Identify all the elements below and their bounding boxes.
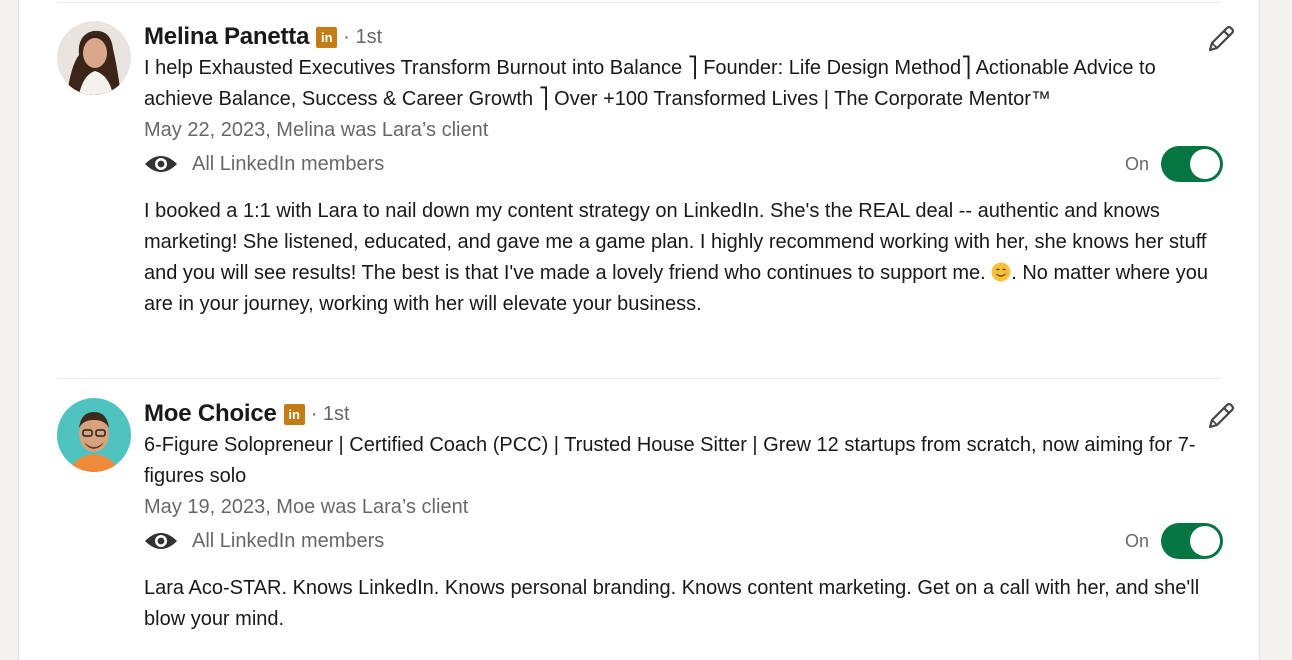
connection-degree: · 1st: [310, 402, 350, 425]
recommendation-date-relationship: May 22, 2023, Melina was Lara’s client: [144, 119, 489, 141]
edit-button[interactable]: [1201, 398, 1241, 438]
recommendation-divider: [57, 378, 1221, 379]
linkedin-icon: in: [316, 26, 338, 48]
toggle-state-label: On: [1124, 153, 1149, 174]
avatar[interactable]: [57, 21, 131, 95]
visibility-label: All LinkedIn members: [192, 152, 385, 175]
linkedin-icon: in: [283, 403, 305, 425]
name-row: Moe Choice in · 1st: [144, 398, 1223, 430]
visibility-toggle[interactable]: [1161, 146, 1223, 182]
top-divider: [57, 2, 1221, 3]
eye-icon: [144, 154, 178, 174]
toggle-knob: [1190, 526, 1220, 556]
recommendation-text: Lara Aco-STAR. Knows LinkedIn. Knows per…: [144, 577, 1200, 630]
recommender-headline: I help Exhausted Executives Transform Bu…: [144, 57, 1156, 110]
visibility-toggle[interactable]: [1161, 523, 1223, 559]
visibility-label: All LinkedIn members: [192, 529, 385, 552]
smile-emoji-icon: [991, 261, 1011, 282]
recommender-name[interactable]: Moe Choice: [144, 400, 277, 428]
connection-degree: · 1st: [343, 25, 383, 48]
eye-icon: [144, 531, 178, 551]
avatar[interactable]: [57, 398, 131, 472]
visibility-row: All LinkedIn members On: [144, 146, 1223, 182]
visibility-row: All LinkedIn members On: [144, 523, 1223, 559]
recommendation-body: Melina Panetta in · 1st I help Exhausted…: [144, 21, 1223, 320]
edit-button[interactable]: [1201, 21, 1241, 61]
visibility-toggle-wrap: On: [1125, 146, 1223, 182]
toggle-state-label: On: [1124, 530, 1149, 551]
recommender-name[interactable]: Melina Panetta: [144, 23, 309, 51]
recommendation-body: Moe Choice in · 1st 6-Figure Solopreneur…: [144, 398, 1223, 635]
name-row: Melina Panetta in · 1st: [144, 21, 1223, 53]
recommendation-date-relationship: May 19, 2023, Moe was Lara’s client: [144, 496, 469, 518]
pencil-icon: [1205, 23, 1237, 60]
recommendations-card: Melina Panetta in · 1st I help Exhausted…: [18, 0, 1260, 660]
pencil-icon: [1205, 400, 1237, 437]
toggle-knob: [1190, 149, 1220, 179]
recommender-headline: 6-Figure Solopreneur | Certified Coach (…: [144, 434, 1196, 487]
visibility-toggle-wrap: On: [1125, 523, 1223, 559]
recommendation-text: I booked a 1:1 with Lara to nail down my…: [144, 196, 1223, 320]
